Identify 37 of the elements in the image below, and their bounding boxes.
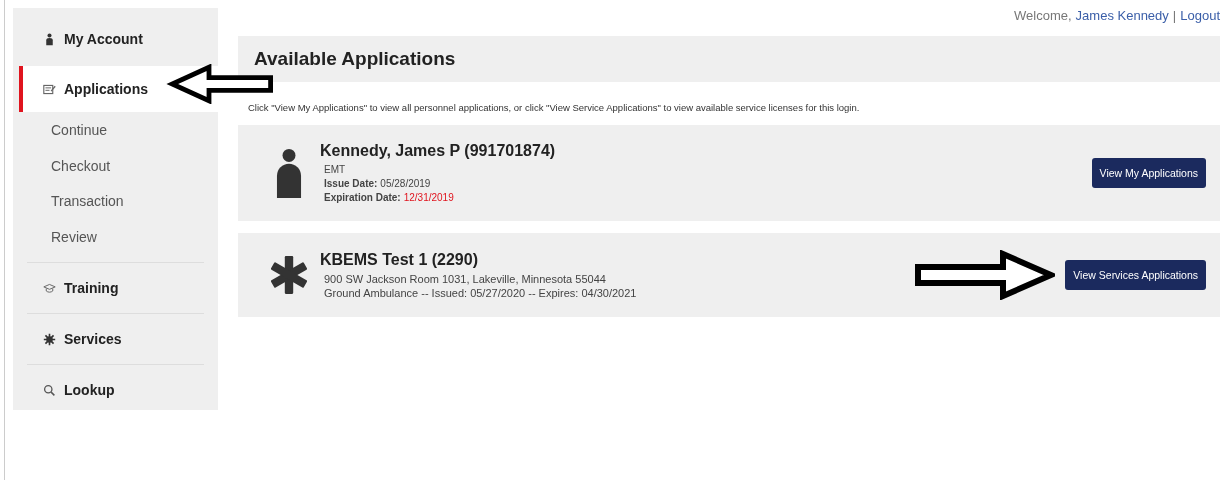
- user-link[interactable]: James Kennedy: [1075, 7, 1169, 23]
- detail-text: EMT: [324, 163, 346, 175]
- gear-icon: [43, 332, 56, 346]
- search-icon: [43, 383, 56, 397]
- detail-text: 900 SW Jackson Room 1031, Lakeville, Minnesota 55044: [324, 272, 606, 285]
- welcome-text: Welcome,: [1014, 7, 1072, 23]
- view-applications-button[interactable]: View My Applications: [1091, 158, 1206, 188]
- sidebar-label: Training: [64, 280, 119, 296]
- sidebar-subitem[interactable]: Transaction: [13, 185, 218, 221]
- sidebar-item[interactable]: My Account: [19, 20, 218, 58]
- sidebar-subitem[interactable]: Checkout: [13, 149, 218, 185]
- person-icon: [276, 148, 302, 198]
- instructions-text: Click "View My Applications" to view all personnel applications, or click "View Service Applications" to view available service licenses for this login.: [248, 102, 861, 113]
- sidebar-subitem[interactable]: Continue: [13, 114, 218, 150]
- detail-value: 05/28/2019: [380, 177, 431, 189]
- graduation-cap-icon: [43, 281, 56, 295]
- sidebar-subitem[interactable]: Review: [13, 220, 218, 256]
- detail-text: Ground Ambulance -- Issued: 05/27/2020 -- Expires: 04/30/2021: [324, 286, 637, 299]
- detail-value: 12/31/2019: [403, 191, 454, 203]
- sidebar-item[interactable]: Lookup: [19, 371, 218, 409]
- sidebar-label: Services: [64, 331, 122, 347]
- view-applications-button[interactable]: View Services Applications: [1065, 260, 1206, 290]
- sidebar-label: Applications: [64, 81, 148, 97]
- card-title: KBEMS Test 1 (2290): [320, 250, 479, 269]
- separator-text: |: [1172, 7, 1177, 23]
- star-of-life-icon: [268, 254, 310, 296]
- sidebar-label: My Account: [64, 31, 143, 47]
- sidebar-label: Lookup: [64, 382, 115, 398]
- logout-link[interactable]: Logout: [1180, 7, 1220, 23]
- sidebar-item[interactable]: Services: [19, 320, 218, 358]
- detail-label: Expiration Date:: [324, 191, 401, 203]
- form-icon: [43, 82, 56, 96]
- card-title: Kennedy, James P (991701874): [320, 141, 557, 160]
- detail-label: Issue Date:: [324, 177, 378, 189]
- page-title: Available Applications: [254, 48, 456, 70]
- sidebar-item[interactable]: Training: [19, 269, 218, 307]
- person-icon: [43, 32, 56, 46]
